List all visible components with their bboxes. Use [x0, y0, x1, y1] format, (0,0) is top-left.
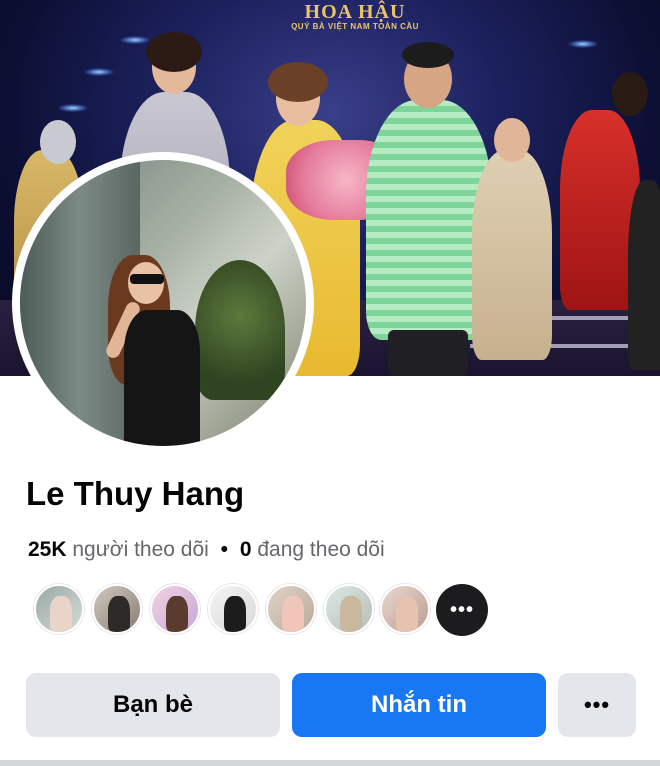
- message-button[interactable]: Nhắn tin: [292, 673, 546, 737]
- following-label[interactable]: đang theo dõi: [257, 538, 384, 561]
- following-count[interactable]: 0: [240, 538, 252, 561]
- stats-separator: •: [220, 538, 228, 561]
- follow-stats: 25K người theo dõi • 0 đang theo dõi: [28, 538, 385, 562]
- stage-figure-hair: [402, 42, 454, 68]
- cover-banner-subtitle: QUÝ BÀ VIỆT NAM TOÀN CẦU: [291, 22, 419, 31]
- ellipsis-icon: •••: [449, 598, 474, 621]
- stage-figure-hair: [268, 62, 328, 102]
- stage-figure-head: [612, 72, 648, 116]
- stage-light: [568, 40, 598, 48]
- message-button-label: Nhắn tin: [371, 691, 467, 718]
- section-divider: [0, 760, 660, 766]
- friend-avatar-figure: [50, 596, 72, 632]
- photo-dress: [124, 310, 200, 446]
- stage-figure-pants: [388, 330, 468, 376]
- photo-sunglasses: [130, 274, 164, 284]
- friend-avatar-figure: [340, 596, 362, 632]
- followers-label[interactable]: người theo dõi: [72, 538, 208, 561]
- stage-figure: [628, 180, 660, 370]
- stage-figure-head: [40, 120, 76, 164]
- stage-light: [120, 36, 150, 44]
- stage-figure-hair: [146, 32, 202, 72]
- friend-avatar[interactable]: [266, 584, 316, 634]
- more-options-icon: •••: [583, 692, 611, 717]
- friend-avatar[interactable]: [380, 584, 430, 634]
- friend-avatar-figure: [282, 596, 304, 632]
- friends-button[interactable]: Bạn bè: [26, 673, 280, 737]
- more-friends-button[interactable]: •••: [436, 584, 488, 636]
- friend-avatar[interactable]: [34, 584, 84, 634]
- stage-light: [58, 104, 88, 112]
- friends-button-label: Bạn bè: [112, 691, 193, 718]
- friend-avatar[interactable]: [150, 584, 200, 634]
- friend-avatar-figure: [166, 596, 188, 632]
- friend-avatar-figure: [108, 596, 130, 632]
- friend-avatar[interactable]: [92, 584, 142, 634]
- cover-banner-title: HOA HẬU: [304, 1, 406, 23]
- profile-name: Le Thuy Hang: [26, 475, 245, 512]
- friend-avatar[interactable]: [208, 584, 258, 634]
- friend-avatar-figure: [396, 596, 418, 632]
- photo-plant: [195, 260, 285, 400]
- stage-figure-head: [494, 118, 530, 162]
- stage-light: [84, 68, 114, 76]
- friend-avatar[interactable]: [324, 584, 374, 634]
- friend-avatar-figure: [224, 596, 246, 632]
- stage-figure: [472, 150, 552, 360]
- profile-picture[interactable]: [20, 160, 306, 446]
- more-options-button[interactable]: •••: [558, 673, 636, 737]
- followers-count[interactable]: 25K: [28, 538, 67, 561]
